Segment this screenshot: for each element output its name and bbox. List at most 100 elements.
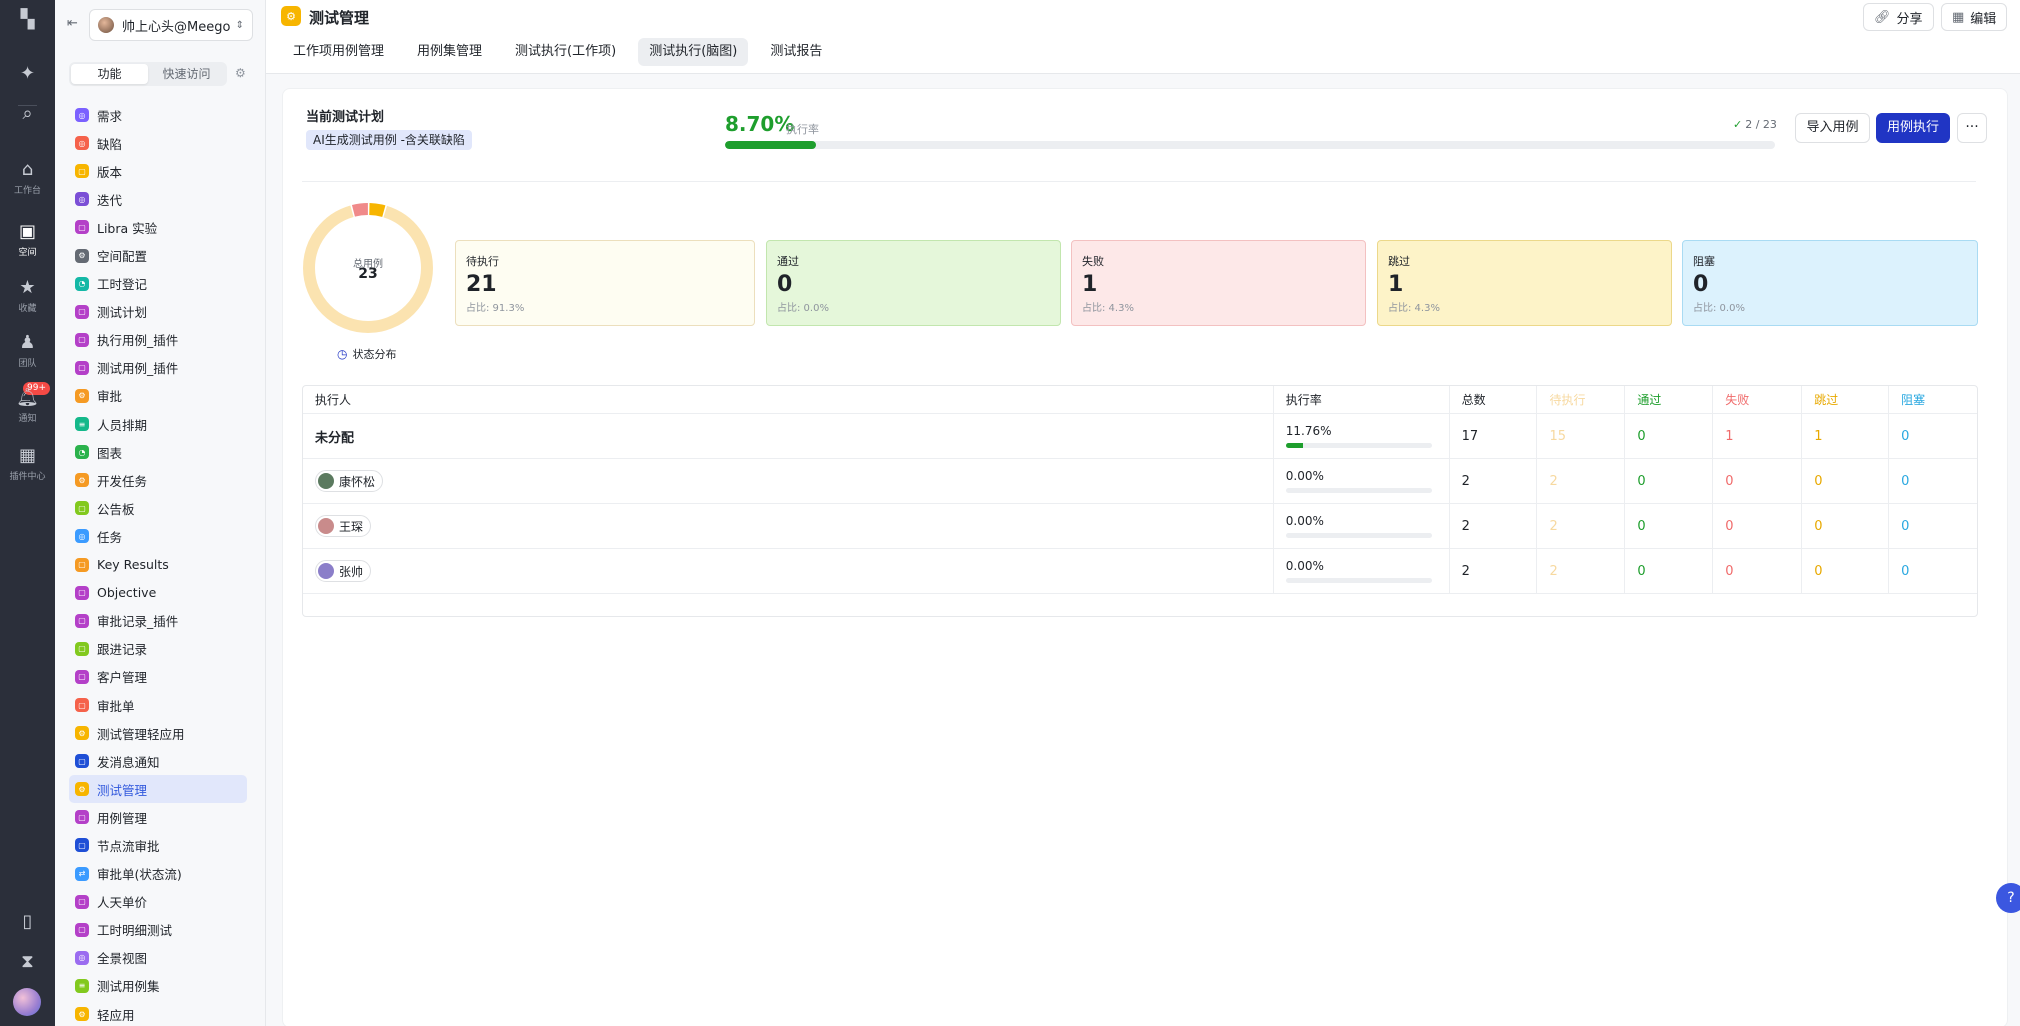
rail-item-hourglass[interactable]: ⧗: [0, 952, 55, 972]
rail-item-apps[interactable]: ▦ 插件中心: [0, 446, 55, 483]
tab-4[interactable]: 测试报告: [759, 38, 833, 66]
status-distribution-toggle[interactable]: ◷ 状态分布: [337, 346, 396, 362]
segment-quick-access[interactable]: 快速访问: [148, 64, 225, 84]
count-cell-fail: 0: [1713, 549, 1803, 593]
rail-item-phone[interactable]: ▯: [0, 912, 55, 932]
space-selector[interactable]: 帅上心头@Meego ⇕: [89, 9, 253, 41]
sidebar-item[interactable]: ⇄ 审批单(状态流): [69, 860, 247, 888]
workitem-type-icon: ▢: [75, 894, 89, 909]
sidebar-item[interactable]: ▢ 客户管理: [69, 663, 247, 691]
status-card[interactable]: 阻塞 0 占比: 0.0%: [1682, 240, 1978, 326]
count-cell-fail: 0: [1713, 459, 1803, 503]
sidebar-item[interactable]: ◎ 缺陷: [69, 129, 247, 157]
count-cell-skip: 0: [1802, 504, 1890, 548]
workitem-type-icon: ≡: [75, 417, 89, 432]
sidebar-item-label: 迭代: [97, 192, 123, 208]
status-card[interactable]: 通过 0 占比: 0.0%: [766, 240, 1061, 326]
executor-table: 执行人 执行率 总数 待执行 通过 失败 跳过 阻塞 未分配 11.76% 17 15 0 1 1 0 康怀松 0…: [302, 385, 1978, 617]
table-row[interactable]: 张帅 0.00% 2 2 0 0 0 0: [303, 549, 1977, 594]
rail-item-label: 工作台: [13, 186, 41, 196]
workitem-type-icon: ⚙: [75, 782, 89, 797]
tab-0[interactable]: 工作项用例管理: [282, 38, 395, 66]
sidebar-item[interactable]: ▢ 用例管理: [69, 803, 247, 831]
sidebar-settings-icon[interactable]: ⚙: [235, 66, 246, 80]
sidebar-item[interactable]: ◎ 需求: [69, 101, 247, 129]
status-card-value: 1: [1388, 272, 1404, 297]
sidebar-item[interactable]: ▢ 版本: [69, 157, 247, 185]
sidebar-item[interactable]: ▢ 人天单价: [69, 888, 247, 916]
sidebar-item[interactable]: ◔ 工时登记: [69, 270, 247, 298]
status-card[interactable]: 待执行 21 占比: 91.3%: [455, 240, 755, 326]
sidebar-item[interactable]: ⚙ 轻应用: [69, 1000, 247, 1026]
rail-item-logo[interactable]: ▚: [0, 10, 55, 30]
collapse-sidebar-icon[interactable]: ⇤: [67, 16, 83, 32]
count-cell-pending: 2: [1537, 549, 1626, 593]
workitem-type-icon: ▢: [75, 501, 89, 516]
rate-bar-fill: [1285, 443, 1303, 448]
execute-cases-button[interactable]: 用例执行: [1876, 113, 1950, 143]
sidebar-item[interactable]: ⚙ 审批: [69, 382, 247, 410]
tab-3[interactable]: 测试执行(脑图): [638, 38, 749, 66]
rail-item-search[interactable]: ⌕: [0, 104, 55, 124]
sidebar-item[interactable]: ⚙ 测试管理: [69, 775, 247, 804]
sidebar-item[interactable]: ▢ 审批单: [69, 691, 247, 719]
sidebar-item[interactable]: ◎ 任务: [69, 522, 247, 550]
tab-1[interactable]: 用例集管理: [406, 38, 493, 66]
share-button[interactable]: 🔗︎ 分享: [1863, 3, 1934, 31]
table-row[interactable]: 王琛 0.00% 2 2 0 0 0 0: [303, 504, 1977, 549]
more-button[interactable]: ···: [1957, 113, 1987, 143]
sidebar-item-label: 工时明细测试: [97, 923, 173, 939]
sidebar-item[interactable]: ▢ 审批记录_插件: [69, 607, 247, 635]
workitem-type-icon: ▢: [75, 754, 89, 769]
table-row[interactable]: 康怀松 0.00% 2 2 0 0 0 0: [303, 459, 1977, 504]
column-header: 阻塞: [1901, 393, 1926, 407]
tab-2[interactable]: 测试执行(工作项): [504, 38, 627, 66]
chevron-updown-icon: ⇕: [235, 19, 244, 31]
sidebar-item[interactable]: ▢ 测试用例_插件: [69, 354, 247, 382]
sidebar-item[interactable]: ≡ 人员排期: [69, 410, 247, 438]
sidebar-item[interactable]: ▢ 节点流审批: [69, 831, 247, 859]
segment-features[interactable]: 功能: [71, 64, 148, 84]
rail-item-home[interactable]: ⌂ 工作台: [0, 160, 55, 197]
status-card[interactable]: 跳过 1 占比: 4.3%: [1377, 240, 1672, 326]
workitem-type-icon: ⚙: [75, 473, 89, 488]
plan-name-tag[interactable]: AI生成测试用例 -含关联缺陷: [306, 130, 472, 150]
table-row[interactable]: 未分配 11.76% 17 15 0 1 1 0: [303, 414, 1977, 459]
sidebar-item[interactable]: ◎ 迭代: [69, 185, 247, 213]
sidebar-item[interactable]: ◔ 图表: [69, 438, 247, 466]
user-avatar[interactable]: [13, 988, 41, 1016]
sidebar-item[interactable]: ⚙ 测试管理轻应用: [69, 719, 247, 747]
table-header-row: 执行人 执行率 总数 待执行 通过 失败 跳过 阻塞: [303, 386, 1977, 414]
sidebar-item[interactable]: ▢ Key Results: [69, 551, 247, 579]
rail-item-space[interactable]: ▣ 空间: [0, 222, 55, 259]
sidebar-item[interactable]: ▢ 公告板: [69, 494, 247, 522]
person-chip[interactable]: 张帅: [315, 560, 372, 582]
edit-button[interactable]: ▦ 编辑: [1941, 3, 2008, 31]
rail-item-ai[interactable]: ✦: [0, 64, 55, 84]
status-card-pct: 占比: 4.3%: [1082, 303, 1134, 314]
status-card[interactable]: 失败 1 占比: 4.3%: [1071, 240, 1366, 326]
sidebar-item[interactable]: ⚙ 空间配置: [69, 241, 247, 269]
table-footer-spacer: [303, 594, 1977, 616]
person-chip[interactable]: 王琛: [315, 515, 372, 537]
rail-item-team[interactable]: ♟ 团队: [0, 333, 55, 370]
import-cases-button[interactable]: 导入用例: [1795, 113, 1870, 143]
sidebar-item[interactable]: ▢ 执行用例_插件: [69, 326, 247, 354]
rail-item-bell[interactable]: 🔔︎ 通知: [0, 388, 55, 425]
sidebar-item[interactable]: ▢ 跟进记录: [69, 635, 247, 663]
sidebar-item-label: 开发任务: [97, 473, 148, 489]
help-button[interactable]: ?: [1996, 883, 2020, 913]
workitem-type-icon: ▢: [75, 613, 89, 628]
sidebar-item[interactable]: ≡ 测试用例集: [69, 972, 247, 1000]
sidebar-item[interactable]: ▢ 发消息通知: [69, 747, 247, 775]
link-icon: 🔗︎: [1874, 9, 1891, 25]
sidebar-item[interactable]: ⚙ 开发任务: [69, 466, 247, 494]
rate-cell: 0.00%: [1274, 504, 1450, 548]
rail-item-star[interactable]: ★ 收藏: [0, 278, 55, 315]
sidebar-item[interactable]: ◎ 全景视图: [69, 944, 247, 972]
person-chip[interactable]: 康怀松: [315, 470, 384, 492]
sidebar-item[interactable]: ▢ Libra 实验: [69, 213, 247, 241]
sidebar-item[interactable]: ▢ Objective: [69, 579, 247, 607]
sidebar-item[interactable]: ▢ 测试计划: [69, 298, 247, 326]
sidebar-item[interactable]: ▢ 工时明细测试: [69, 916, 247, 944]
